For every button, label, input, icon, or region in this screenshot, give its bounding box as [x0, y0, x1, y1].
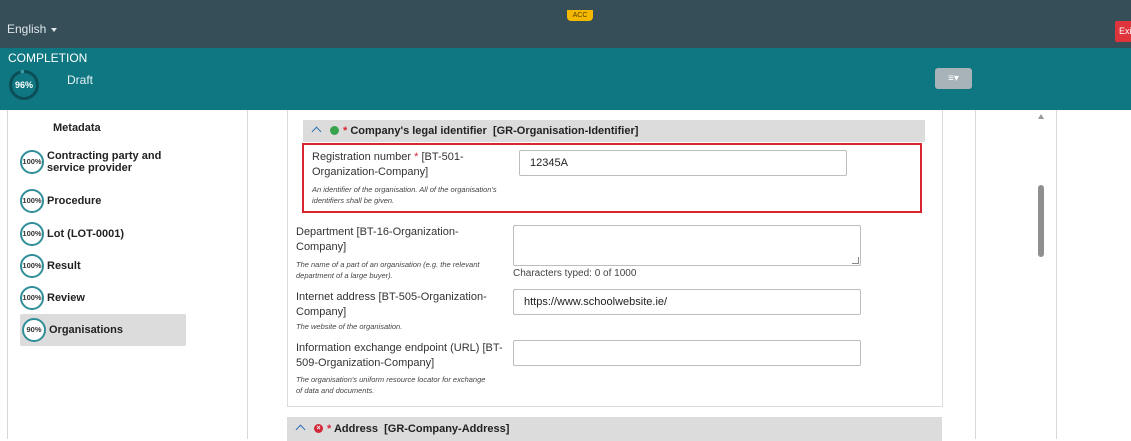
required-marker: * [343, 125, 348, 137]
sidebar-item-contracting-party[interactable]: 100% Contracting party and service provi… [20, 150, 186, 174]
language-selector[interactable]: English [7, 22, 58, 36]
completion-band: COMPLETION 96% Draft ≡▾ [0, 48, 1131, 110]
sidebar-item-label: Organisations [49, 324, 123, 336]
scrollbar-thumb[interactable] [1038, 185, 1044, 257]
internet-address-input[interactable]: https://www.schoolwebsite.ie/ [513, 289, 861, 315]
registration-number-input[interactable]: 12345A [519, 150, 847, 176]
chevron-up-icon[interactable] [295, 424, 306, 435]
chevron-up-icon[interactable] [311, 126, 322, 137]
required-marker: * [327, 423, 332, 435]
progress-badge: 100% [20, 286, 44, 310]
department-textarea[interactable] [513, 225, 861, 266]
progress-badge: 100% [20, 222, 44, 246]
section-title: Company's legal identifier [350, 125, 487, 137]
top-bar: English ACC Exit [0, 0, 1131, 48]
section-code: [GR-Organisation-Identifier] [492, 125, 639, 137]
sidebar-item-lot[interactable]: 100% Lot (LOT-0001) [20, 222, 186, 246]
endpoint-input[interactable] [513, 340, 861, 366]
column-divider [247, 110, 248, 439]
internet-address-help: The website of the organisation. [296, 322, 403, 331]
character-counter: Characters typed: 0 of 1000 [513, 268, 637, 279]
section-code: [GR-Company-Address] [384, 423, 510, 435]
progress-badge: 100% [20, 189, 44, 213]
registration-label-text: Registration number [312, 151, 412, 163]
error-circle-icon: × [314, 423, 323, 433]
progress-badge: 90% [22, 318, 46, 342]
resize-handle-icon[interactable] [852, 257, 859, 264]
internet-address-label: Internet address [BT-505-Organization-Co… [296, 291, 487, 318]
sidebar-item-result[interactable]: 100% Result [20, 254, 186, 278]
sidebar-item-label: Contracting party and service provider [47, 150, 162, 174]
department-help: The name of a part of an organisation (e… [296, 260, 480, 280]
caret-down-icon [51, 27, 58, 32]
sidebar-item-procedure[interactable]: 100% Procedure [20, 189, 186, 213]
settings-dropdown-button[interactable]: ≡▾ [935, 68, 972, 89]
env-badge: ACC [567, 10, 593, 21]
progress-badge: 100% [20, 254, 44, 278]
progress-badge: 100% [20, 150, 44, 174]
section-title: Address [333, 423, 378, 435]
sidebar-item-review[interactable]: 100% Review [20, 286, 186, 310]
sidebar-item-label: Procedure [47, 195, 102, 207]
sidebar-item-label: Review [47, 292, 85, 304]
completion-percent: 96% [14, 80, 33, 90]
sidebar-edge [0, 110, 8, 439]
completion-progress-ring: 96% [9, 70, 39, 100]
notice-status: Draft [67, 73, 94, 87]
sidebar-item-label: Lot (LOT-0001) [47, 228, 125, 240]
section-header-legal-identifier[interactable]: * Company's legal identifier [GR-Organis… [303, 120, 925, 142]
check-circle-icon [330, 125, 339, 135]
required-marker: * [414, 151, 419, 163]
column-divider [975, 110, 976, 439]
language-label: English [7, 22, 47, 36]
sidebar-item-organisations[interactable]: 90% Organisations [20, 314, 186, 346]
exit-button[interactable]: Exit [1115, 21, 1131, 42]
endpoint-help: The organisation's uniform resource loca… [296, 375, 486, 395]
department-label: Department [BT-16-Organization-Company] [296, 226, 459, 253]
registration-label: Registration number * [BT-501-Organizati… [312, 150, 502, 180]
endpoint-label: Information exchange endpoint (URL) [BT-… [296, 342, 503, 369]
registration-help: An identifier of the organisation. All o… [312, 185, 497, 205]
sliders-icon: ≡▾ [948, 73, 959, 84]
column-divider [1056, 110, 1057, 439]
scroll-up-arrow-icon[interactable] [1038, 114, 1044, 119]
section-header-address[interactable]: × * Address [GR-Company-Address] [287, 417, 942, 441]
completion-label: COMPLETION [8, 51, 88, 65]
sidebar-item-label: Result [47, 260, 81, 272]
sidebar-item-metadata[interactable]: Metadata [53, 122, 101, 134]
